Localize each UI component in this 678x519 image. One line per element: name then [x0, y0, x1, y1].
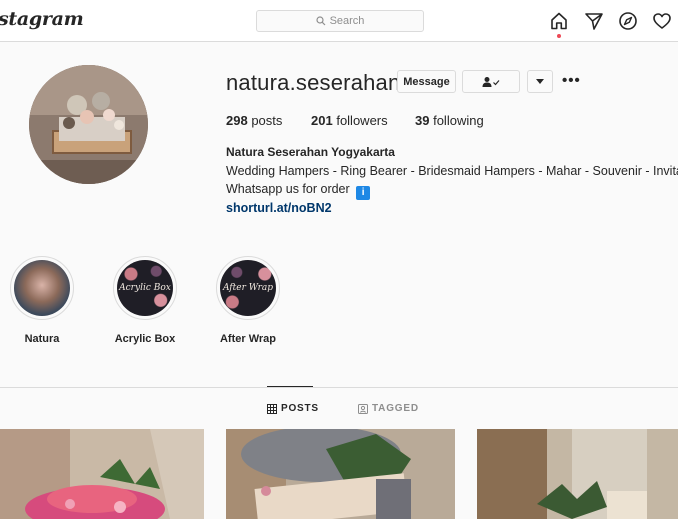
avatar-photo	[29, 65, 148, 184]
post-photo	[226, 429, 455, 519]
highlight-label: Natura	[24, 333, 60, 345]
chevron-down-icon	[536, 79, 544, 84]
profile-username: natura.seserahan	[226, 70, 401, 95]
profile-website-link[interactable]: shorturl.at/noBN2	[226, 201, 332, 215]
activity-heart-icon[interactable]	[652, 11, 672, 31]
followers-count: 201	[311, 113, 333, 128]
posts-count: 298	[226, 113, 248, 128]
message-button[interactable]: Message	[397, 70, 456, 93]
posts-label: posts	[251, 113, 283, 128]
bio-line: Wedding Hampers - Ring Bearer - Bridesma…	[226, 164, 678, 178]
followers-label: followers	[336, 113, 388, 128]
profile-full-name: Natura Seserahan Yogyakarta	[226, 145, 395, 159]
tab-posts-label: POSTS	[281, 403, 319, 414]
message-button-label: Message	[403, 75, 450, 88]
instagram-logo[interactable]: stagram	[0, 8, 84, 30]
info-emoji-icon: i	[356, 186, 371, 200]
following-count-stat[interactable]: 39 following	[415, 113, 484, 128]
post-thumbnail[interactable]	[477, 429, 678, 519]
home-icon[interactable]	[549, 11, 569, 31]
highlight-natura[interactable]	[10, 256, 74, 320]
suggested-accounts-button[interactable]	[527, 70, 553, 93]
active-tab-indicator	[267, 386, 313, 387]
more-options-icon[interactable]: •••	[562, 72, 581, 89]
notification-dot	[557, 34, 561, 38]
highlight-label: Acrylic Box	[114, 333, 176, 345]
post-photo	[477, 429, 678, 519]
profile-avatar[interactable]	[29, 65, 148, 184]
highlight-cover-image: Acrylic Box	[117, 260, 173, 316]
search-icon	[315, 16, 325, 26]
grid-icon	[267, 403, 277, 414]
highlight-acrylic-box[interactable]: Acrylic Box	[113, 256, 177, 320]
search-placeholder: Search	[329, 15, 365, 27]
tagged-user-icon	[358, 403, 368, 414]
highlight-cover-ring	[10, 256, 74, 320]
following-label: following	[433, 113, 484, 128]
tab-tagged[interactable]: TAGGED	[358, 403, 419, 414]
highlight-cover-image: After Wrap	[220, 260, 276, 316]
search-input[interactable]: Search	[256, 10, 424, 32]
posts-count-stat: 298 posts	[226, 113, 282, 128]
post-thumbnail[interactable]	[226, 429, 455, 519]
section-divider	[0, 387, 678, 388]
direct-message-icon[interactable]	[584, 11, 604, 31]
highlight-cover-image	[14, 260, 70, 316]
following-count: 39	[415, 113, 430, 128]
highlight-after-wrap[interactable]: After Wrap	[216, 256, 280, 320]
post-photo	[0, 429, 204, 519]
following-status-button[interactable]	[462, 70, 520, 93]
highlight-cover-ring: Acrylic Box	[113, 256, 177, 320]
top-navigation-bar: stagram Search	[0, 0, 678, 42]
highlight-cover-ring: After Wrap	[216, 256, 280, 320]
bio-line: Whatsapp us for order i	[226, 182, 371, 200]
bio-text: Whatsapp us for order	[226, 182, 350, 196]
highlight-label: After Wrap	[219, 333, 277, 345]
user-check-icon	[482, 76, 500, 87]
explore-icon[interactable]	[618, 11, 638, 31]
tab-tagged-label: TAGGED	[372, 403, 419, 414]
followers-count-stat[interactable]: 201 followers	[311, 113, 388, 128]
post-thumbnail[interactable]	[0, 429, 204, 519]
tab-posts[interactable]: POSTS	[267, 403, 319, 414]
